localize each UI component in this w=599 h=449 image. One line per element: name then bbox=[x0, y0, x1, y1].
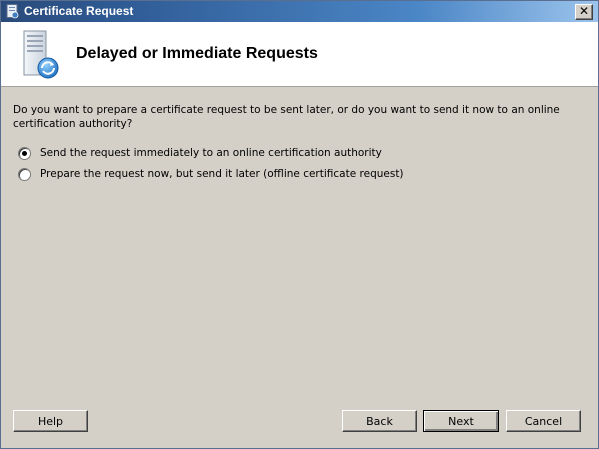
window-title: Certificate Request bbox=[24, 4, 134, 18]
close-button[interactable]: ✕ bbox=[575, 4, 593, 20]
back-button[interactable]: Back bbox=[342, 410, 417, 432]
option-label: Send the request immediately to an onlin… bbox=[40, 147, 382, 159]
option-send-later[interactable]: Prepare the request now, but send it lat… bbox=[18, 166, 404, 182]
close-icon: ✕ bbox=[578, 4, 590, 18]
wizard-header: Delayed or Immediate Requests bbox=[1, 22, 598, 87]
certificate-request-window: Certificate Request ✕ Delayed or Immedia… bbox=[0, 0, 599, 449]
option-send-immediately[interactable]: Send the request immediately to an onlin… bbox=[18, 145, 382, 161]
next-button[interactable]: Next bbox=[423, 410, 499, 432]
certificate-app-icon bbox=[6, 4, 19, 19]
radio-button-unchecked[interactable] bbox=[18, 167, 31, 181]
certificate-server-icon bbox=[23, 30, 59, 79]
help-button[interactable]: Help bbox=[13, 410, 88, 432]
radio-button-checked[interactable] bbox=[18, 146, 31, 160]
title-bar[interactable]: Certificate Request ✕ bbox=[1, 1, 598, 22]
cancel-button[interactable]: Cancel bbox=[506, 410, 581, 432]
page-title: Delayed or Immediate Requests bbox=[76, 45, 318, 62]
question-text: Do you want to prepare a certificate req… bbox=[13, 104, 560, 130]
option-label: Prepare the request now, but send it lat… bbox=[40, 168, 404, 180]
